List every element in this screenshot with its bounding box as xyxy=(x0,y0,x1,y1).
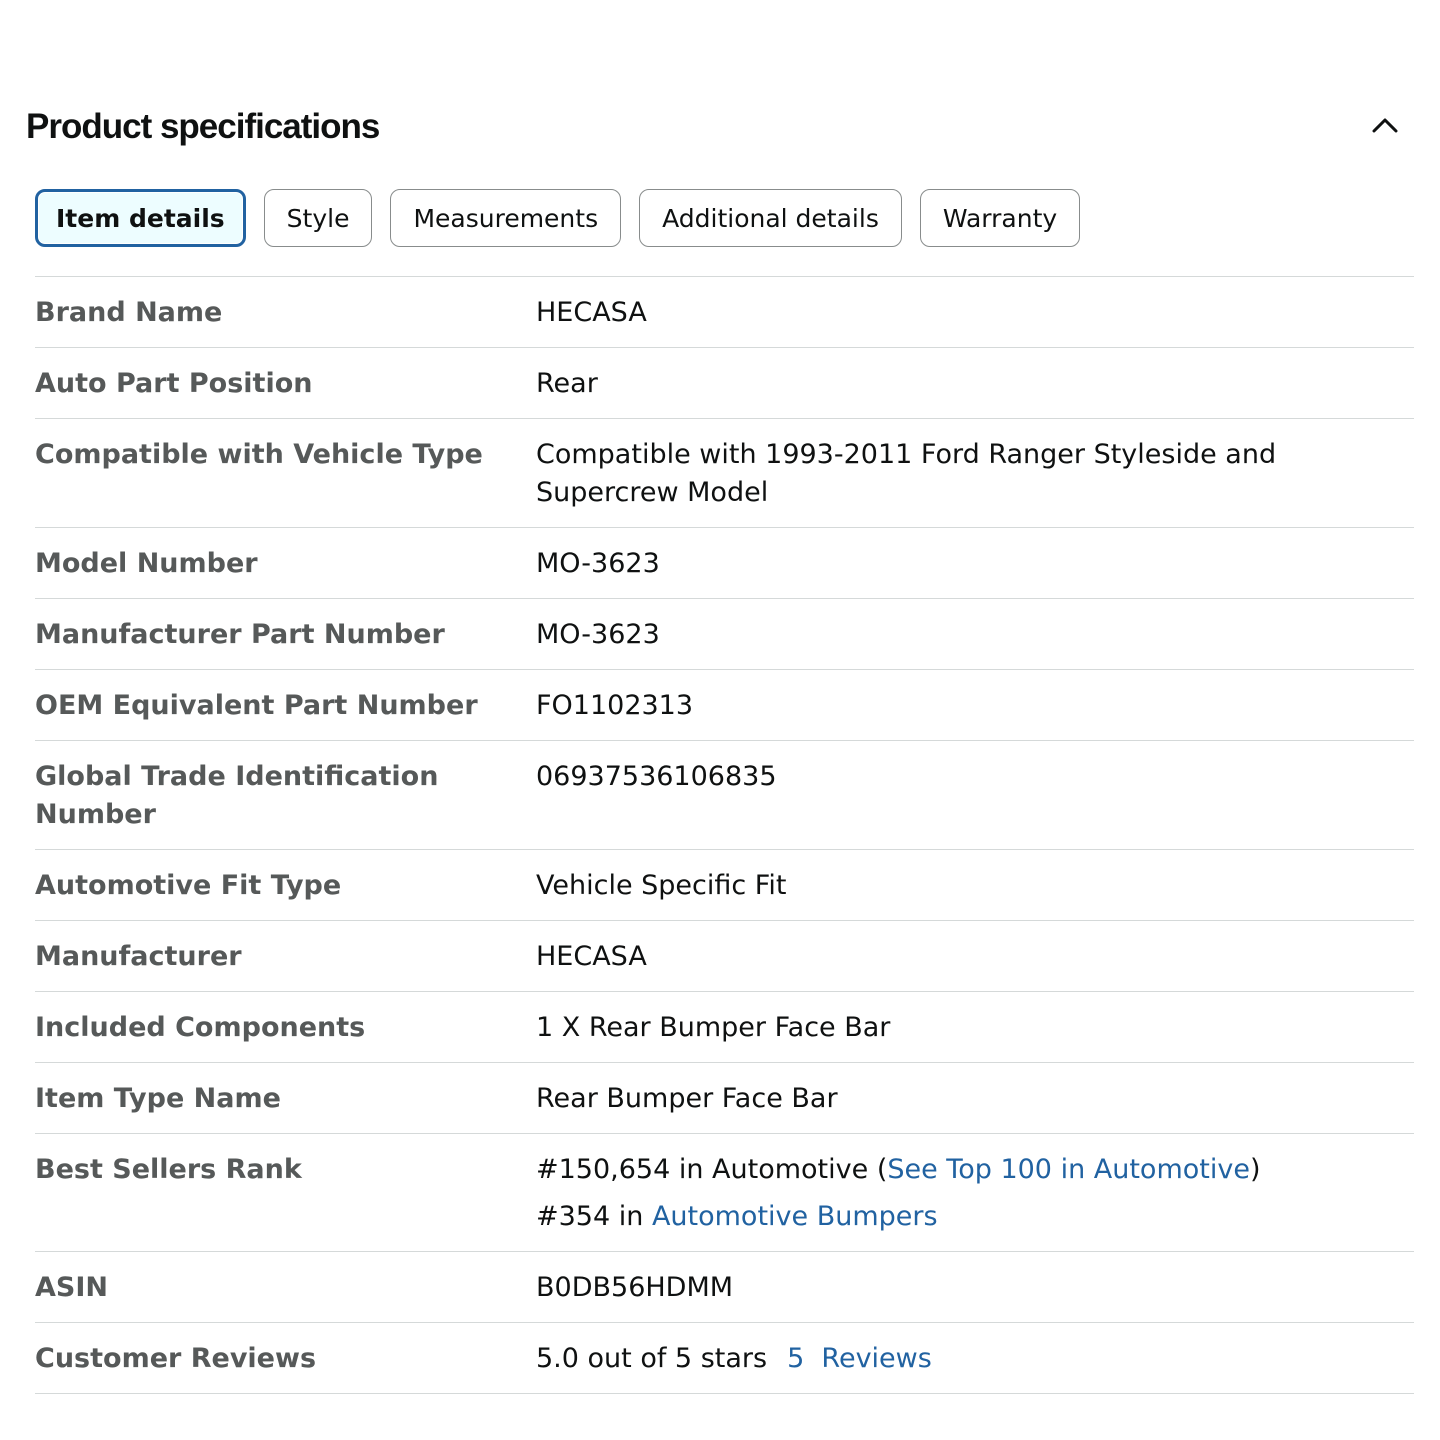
spec-value: 5.0 out of 5 stars 5 Reviews xyxy=(536,1340,1414,1378)
spec-row-asin: ASIN B0DB56HDMM xyxy=(35,1252,1414,1323)
spec-value: 06937536106835 xyxy=(536,761,777,792)
tab-warranty[interactable]: Warranty xyxy=(919,189,1081,247)
spec-label: Included Components xyxy=(35,1012,366,1043)
tab-item-details[interactable]: Item details xyxy=(35,189,246,247)
spec-value: Rear xyxy=(536,368,598,399)
spec-row-gtin: Global Trade Identification Number 06937… xyxy=(35,741,1414,850)
rank-text: #354 in xyxy=(536,1201,652,1232)
spec-row-brand-name: Brand Name HECASA xyxy=(35,277,1414,348)
spec-label: OEM Equivalent Part Number xyxy=(35,690,478,721)
spec-label: Auto Part Position xyxy=(35,368,313,399)
spec-value: Vehicle Specific Fit xyxy=(536,870,787,901)
rating-text: 5.0 out of 5 stars xyxy=(536,1343,768,1374)
spec-label: Compatible with Vehicle Type xyxy=(35,439,483,470)
see-top-100-link[interactable]: See Top 100 in Automotive xyxy=(887,1154,1250,1185)
spec-value: HECASA xyxy=(536,297,647,328)
spec-value: #150,654 in Automotive (See Top 100 in A… xyxy=(536,1151,1414,1236)
rank-line-automotive: #150,654 in Automotive (See Top 100 in A… xyxy=(536,1151,1354,1189)
spec-label: Automotive Fit Type xyxy=(35,870,342,901)
spec-row-compatible-vehicle-type: Compatible with Vehicle Type Compatible … xyxy=(35,419,1414,528)
section-title: Product specifications xyxy=(26,107,380,146)
spec-row-manufacturer: Manufacturer HECASA xyxy=(35,921,1414,992)
spec-label: Global Trade Identification Number xyxy=(35,761,439,830)
spec-row-item-type-name: Item Type Name Rear Bumper Face Bar xyxy=(35,1063,1414,1134)
spec-label: Manufacturer Part Number xyxy=(35,619,445,650)
spec-value: MO-3623 xyxy=(536,619,660,650)
product-specifications-header: Product specifications xyxy=(26,104,1416,152)
spec-label: Item Type Name xyxy=(35,1083,281,1114)
spec-label: Manufacturer xyxy=(35,941,242,972)
spec-value: B0DB56HDMM xyxy=(536,1272,734,1303)
tab-additional-details[interactable]: Additional details xyxy=(639,189,902,247)
spec-row-auto-part-position: Auto Part Position Rear xyxy=(35,348,1414,419)
rank-text: #150,654 in Automotive ( xyxy=(536,1154,888,1185)
spec-label: Customer Reviews xyxy=(35,1343,317,1374)
spec-row-oem-equivalent-part-number: OEM Equivalent Part Number FO1102313 xyxy=(35,670,1414,741)
spec-row-best-sellers-rank: Best Sellers Rank #150,654 in Automotive… xyxy=(35,1134,1414,1252)
spec-value: HECASA xyxy=(536,941,647,972)
automotive-bumpers-link[interactable]: Automotive Bumpers xyxy=(652,1201,938,1232)
spec-label: Brand Name xyxy=(35,297,223,328)
spec-row-model-number: Model Number MO-3623 xyxy=(35,528,1414,599)
rank-text: ) xyxy=(1249,1154,1261,1185)
spec-label: Best Sellers Rank xyxy=(35,1154,302,1185)
chevron-up-icon[interactable] xyxy=(1368,108,1402,142)
spec-label: Model Number xyxy=(35,548,258,579)
rank-line-bumpers: #354 in Automotive Bumpers xyxy=(536,1198,1354,1236)
tab-style[interactable]: Style xyxy=(263,189,373,247)
spec-tabs: Item details Style Measurements Addition… xyxy=(35,189,1081,247)
spec-row-included-components: Included Components 1 X Rear Bumper Face… xyxy=(35,992,1414,1063)
spec-row-automotive-fit-type: Automotive Fit Type Vehicle Specific Fit xyxy=(35,850,1414,921)
spec-value: Rear Bumper Face Bar xyxy=(536,1083,838,1114)
reviews-link[interactable]: 5 Reviews xyxy=(787,1343,932,1374)
spec-table: Brand Name HECASA Auto Part Position Rea… xyxy=(35,276,1414,1394)
spec-row-customer-reviews: Customer Reviews 5.0 out of 5 stars 5 Rev… xyxy=(35,1323,1414,1394)
spec-value: Compatible with 1993-2011 Ford Ranger St… xyxy=(536,439,1277,508)
spec-label: ASIN xyxy=(35,1272,108,1303)
spec-value: 1 X Rear Bumper Face Bar xyxy=(536,1012,891,1043)
reviews-count: 5 xyxy=(787,1343,805,1374)
spec-value: FO1102313 xyxy=(536,690,694,721)
spec-value: MO-3623 xyxy=(536,548,660,579)
tab-measurements[interactable]: Measurements xyxy=(390,189,622,247)
spec-row-manufacturer-part-number: Manufacturer Part Number MO-3623 xyxy=(35,599,1414,670)
reviews-label: Reviews xyxy=(821,1343,932,1374)
